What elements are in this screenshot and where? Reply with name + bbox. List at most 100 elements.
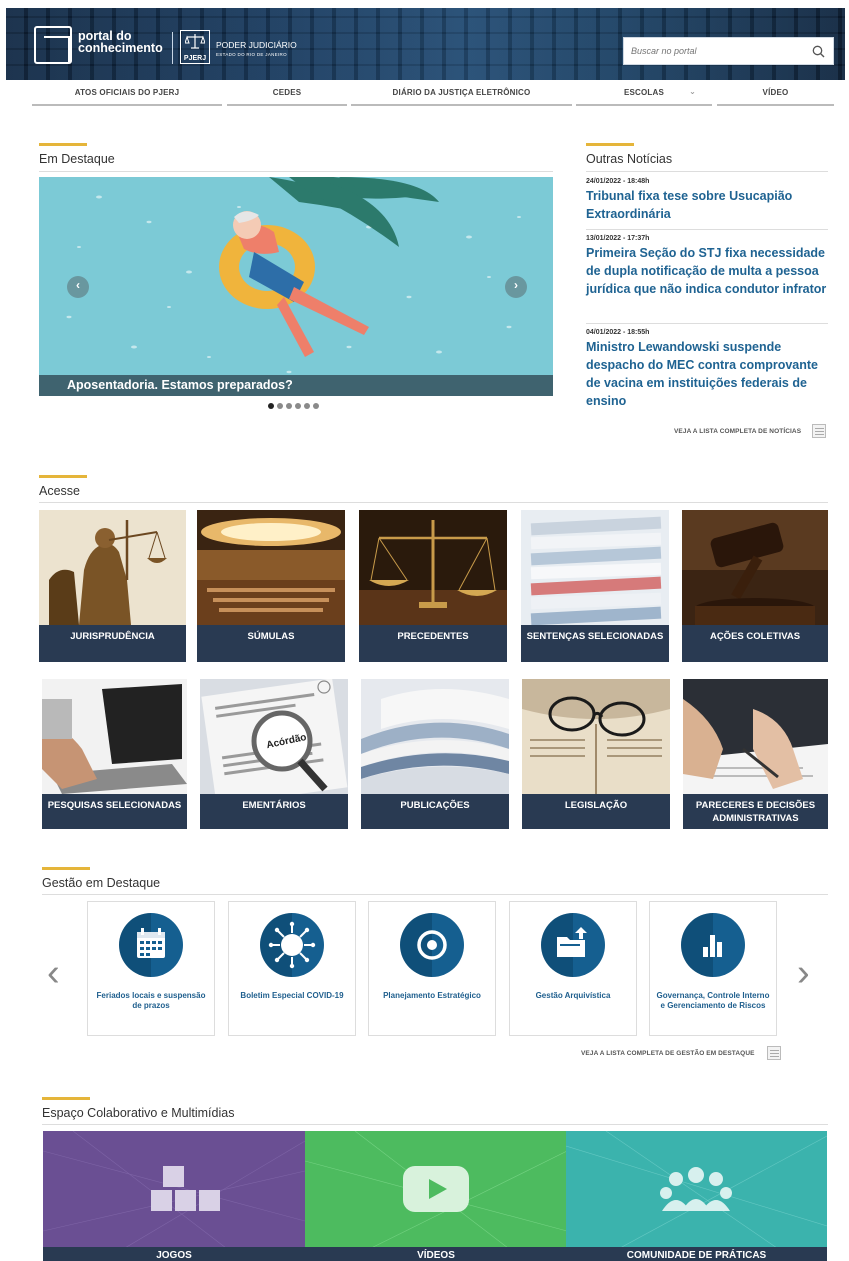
news-date: 04/01/2022 - 18:55h xyxy=(586,329,650,336)
section-title-acesse: Acesse xyxy=(39,475,87,498)
carousel-dot[interactable] xyxy=(277,403,283,409)
news-divider xyxy=(586,229,828,230)
carousel-dot[interactable] xyxy=(295,403,301,409)
tile-image-folders xyxy=(521,510,669,625)
tile-label: AÇÕES COLETIVAS xyxy=(682,625,828,662)
tile-sentencas-selecionadas[interactable]: SENTENÇAS SELECIONADAS xyxy=(521,510,669,662)
tile-label: JURISPRUDÊNCIA xyxy=(39,625,186,662)
tile-label: SÚMULAS xyxy=(197,625,345,662)
tile-acoes-coletivas[interactable]: AÇÕES COLETIVAS xyxy=(682,510,828,662)
gestao-next-button[interactable]: › xyxy=(797,952,810,995)
gestao-card-label: Feriados locais e suspensão de prazos xyxy=(96,991,206,1010)
pj-title-block[interactable]: PODER JUDICIÁRIO ESTADO DO RIO DE JANEIR… xyxy=(216,41,297,59)
tile-label: EMENTÁRIOS xyxy=(200,794,348,829)
section-divider xyxy=(39,171,553,172)
gestao-card-governanca[interactable]: Governança, Controle Interno e Gerenciam… xyxy=(649,901,777,1036)
nav-label: DIÁRIO DA JUSTIÇA ELETRÔNICO xyxy=(392,88,531,97)
tile-pesquisas-selecionadas[interactable]: PESQUISAS SELECIONADAS xyxy=(42,679,187,829)
list-icon[interactable] xyxy=(812,424,826,438)
section-title-em-destaque: Em Destaque xyxy=(39,143,115,166)
main-nav: ATOS OFICIAIS DO PJERJ CEDES DIÁRIO DA J… xyxy=(0,84,849,108)
carousel-next-button[interactable]: › xyxy=(505,276,527,298)
target-icon xyxy=(400,913,464,977)
news-item: 24/01/2022 - 18:48h Tribunal fixa tese s… xyxy=(586,178,828,223)
gestao-card-planejamento[interactable]: Planejamento Estratégico xyxy=(368,901,496,1036)
tile-ementarios[interactable]: Acórdão EMENTÁRIOS xyxy=(200,679,348,829)
nav-item-diario-justica[interactable]: DIÁRIO DA JUSTIÇA ELETRÔNICO xyxy=(351,84,572,106)
chevron-right-icon: › xyxy=(514,278,518,292)
search-input[interactable] xyxy=(624,38,804,64)
news-divider xyxy=(586,323,828,324)
nav-label: CEDES xyxy=(272,88,302,97)
carousel-dot[interactable] xyxy=(304,403,310,409)
gestao-prev-button[interactable]: ‹ xyxy=(47,952,60,995)
gestao-card-label: Boletim Especial COVID-19 xyxy=(240,991,344,1000)
nav-item-atos-oficiais[interactable]: ATOS OFICIAIS DO PJERJ xyxy=(32,84,222,106)
section-divider xyxy=(42,1124,828,1125)
news-headline-link[interactable]: Primeira Seção do STJ fixa necessidade d… xyxy=(586,244,828,298)
nav-item-escolas[interactable]: ESCOLAS ⌄ xyxy=(576,84,712,106)
nav-item-video[interactable]: VÍDEO xyxy=(717,84,834,106)
collab-label: VÍDEOS xyxy=(305,1247,567,1261)
carousel-dot[interactable] xyxy=(268,403,274,409)
bar-chart-icon xyxy=(681,913,745,977)
pj-subtitle: ESTADO DO RIO DE JANEIRO xyxy=(216,52,287,57)
tile-image-signing-document xyxy=(683,679,828,794)
section-divider xyxy=(39,502,828,503)
gestao-card-gestao-arquivistica[interactable]: Gestão Arquivística xyxy=(509,901,637,1036)
collab-label: COMUNIDADE DE PRÁTICAS xyxy=(566,1247,827,1261)
collab-videos[interactable]: VÍDEOS xyxy=(305,1131,567,1261)
gestao-card-label: Gestão Arquivística xyxy=(535,991,611,1000)
gestao-card-feriados[interactable]: Feriados locais e suspensão de prazos xyxy=(87,901,215,1036)
carousel-illustration xyxy=(66,177,521,374)
tile-pareceres-decisoes[interactable]: PARECERES E DECISÕES ADMINISTRATIVAS xyxy=(683,679,828,829)
tile-sumulas[interactable]: SÚMULAS xyxy=(197,510,345,662)
tile-image-magnifier-document: Acórdão xyxy=(200,679,348,794)
tile-image-justice-statue xyxy=(39,510,186,625)
tile-publicacoes[interactable]: PUBLICAÇÕES xyxy=(361,679,509,829)
tile-label: PUBLICAÇÕES xyxy=(361,794,509,829)
tile-label: PESQUISAS SELECIONADAS xyxy=(42,794,187,829)
carousel-dot[interactable] xyxy=(313,403,319,409)
gestao-card-label: Planejamento Estratégico xyxy=(383,991,481,1000)
portal-logo-text[interactable]: portal do conhecimento xyxy=(78,30,163,55)
section-title-colaborativo: Espaço Colaborativo e Multimídias xyxy=(42,1097,235,1120)
tile-label: SENTENÇAS SELECIONADAS xyxy=(521,625,669,662)
gestao-card-boletim-covid[interactable]: Boletim Especial COVID-19 xyxy=(228,901,356,1036)
news-headline-link[interactable]: Tribunal fixa tese sobre Usucapião Extra… xyxy=(586,187,828,223)
news-item: 13/01/2022 - 17:37h Primeira Seção do ST… xyxy=(586,235,828,298)
logo-divider xyxy=(172,32,173,64)
all-gestao-link[interactable]: VEJA A LISTA COMPLETA DE GESTÃO EM DESTA… xyxy=(581,1050,755,1057)
calendar-icon xyxy=(119,913,183,977)
tile-jurisprudencia[interactable]: JURISPRUDÊNCIA xyxy=(39,510,186,662)
search-icon[interactable] xyxy=(812,45,825,58)
tile-image-book-glasses xyxy=(522,679,670,794)
gestao-card-label: Governança, Controle Interno e Gerenciam… xyxy=(656,991,770,1010)
list-icon[interactable] xyxy=(767,1046,781,1060)
pj-title: PODER JUDICIÁRIO xyxy=(216,40,297,50)
tile-image-plenary-hall xyxy=(197,510,345,625)
tile-label: LEGISLAÇÃO xyxy=(522,794,670,829)
search-box xyxy=(623,37,834,65)
pjerj-emblem-icon[interactable]: PJERJ xyxy=(180,30,210,64)
news-headline-link[interactable]: Ministro Lewandowski suspende despacho d… xyxy=(586,338,828,410)
folder-upload-icon xyxy=(541,913,605,977)
collab-bg-jogos xyxy=(43,1131,305,1261)
nav-label: ESCOLAS xyxy=(623,88,665,97)
tile-legislacao[interactable]: LEGISLAÇÃO xyxy=(522,679,670,829)
carousel-caption[interactable]: Aposentadoria. Estamos preparados? xyxy=(39,375,553,396)
section-divider xyxy=(42,894,828,895)
chevron-down-icon: ⌄ xyxy=(689,87,696,96)
collab-comunidade-praticas[interactable]: COMUNIDADE DE PRÁTICAS xyxy=(566,1131,827,1261)
collab-jogos[interactable]: JOGOS xyxy=(43,1131,305,1261)
logo-line2: conhecimento xyxy=(78,41,163,55)
carousel-dot[interactable] xyxy=(286,403,292,409)
carousel-dots xyxy=(268,403,319,409)
featured-carousel[interactable]: ‹ › Aposentadoria. Estamos preparados? xyxy=(39,177,553,396)
all-news-link[interactable]: VEJA A LISTA COMPLETA DE NOTÍCIAS xyxy=(674,428,801,435)
carousel-prev-button[interactable]: ‹ xyxy=(67,276,89,298)
tile-precedentes[interactable]: PRECEDENTES xyxy=(359,510,507,662)
portal-logo-icon[interactable] xyxy=(34,26,72,64)
nav-label: VÍDEO xyxy=(762,88,789,97)
nav-item-cedes[interactable]: CEDES xyxy=(227,84,347,106)
